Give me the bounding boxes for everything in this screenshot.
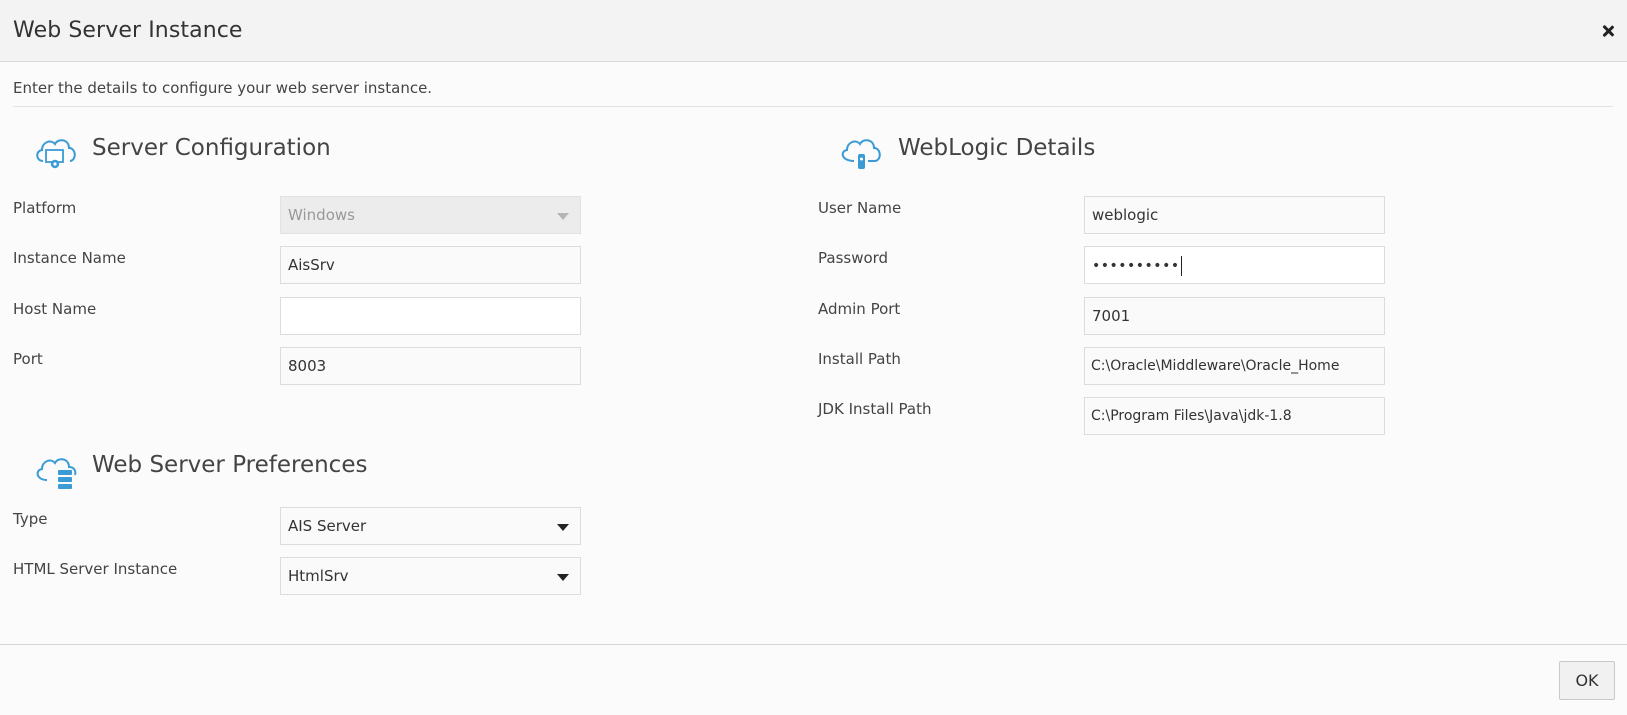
admin-port-label: Admin Port [818,300,901,318]
server-configuration-title: Server Configuration [92,135,331,161]
html-server-instance-select[interactable]: HtmlSrv [280,557,581,595]
password-value: •••••••••• [1092,258,1180,274]
dialog-header: Web Server Instance [0,0,1627,62]
cloud-server-icon [36,458,77,489]
cloud-lock-icon [841,139,881,169]
chevron-down-icon [557,524,569,531]
ok-button[interactable]: OK [1559,661,1615,700]
footer-divider [0,644,1627,645]
type-value: AIS Server [288,517,367,535]
web-server-instance-dialog: Web Server Instance Enter the details to… [0,0,1627,715]
platform-select: Windows [280,196,581,234]
port-input[interactable]: 8003 [280,347,581,385]
install-path-label: Install Path [818,350,901,368]
intro-text: Enter the details to configure your web … [13,79,433,97]
instance-name-input[interactable]: AisSrv [280,246,581,284]
html-server-instance-label: HTML Server Instance [13,560,178,578]
chevron-down-icon [557,213,569,220]
web-server-preferences-title: Web Server Preferences [92,452,368,478]
user-name-input[interactable]: weblogic [1084,196,1385,234]
host-name-input[interactable] [280,297,581,335]
type-label: Type [13,510,48,528]
chevron-down-icon [557,574,569,581]
text-cursor [1180,255,1182,276]
type-select[interactable]: AIS Server [280,507,581,545]
password-input[interactable]: •••••••••• [1084,246,1385,284]
user-name-label: User Name [818,199,902,217]
host-name-label: Host Name [13,300,97,318]
instance-name-label: Instance Name [13,249,126,267]
weblogic-details-title: WebLogic Details [898,135,1096,161]
platform-value: Windows [288,206,355,224]
html-server-instance-value: HtmlSrv [288,567,349,585]
dialog-title: Web Server Instance [13,18,243,43]
close-icon[interactable] [1597,20,1619,42]
divider [13,106,1613,107]
install-path-input[interactable]: C:\Oracle\Middleware\Oracle_Home [1084,347,1385,385]
platform-label: Platform [13,199,77,217]
port-label: Port [13,350,43,368]
cloud-settings-icon [36,139,76,169]
admin-port-input[interactable]: 7001 [1084,297,1385,335]
jdk-install-path-label: JDK Install Path [818,400,932,418]
password-label: Password [818,249,889,267]
jdk-install-path-input[interactable]: C:\Program Files\Java\jdk-1.8 [1084,397,1385,435]
